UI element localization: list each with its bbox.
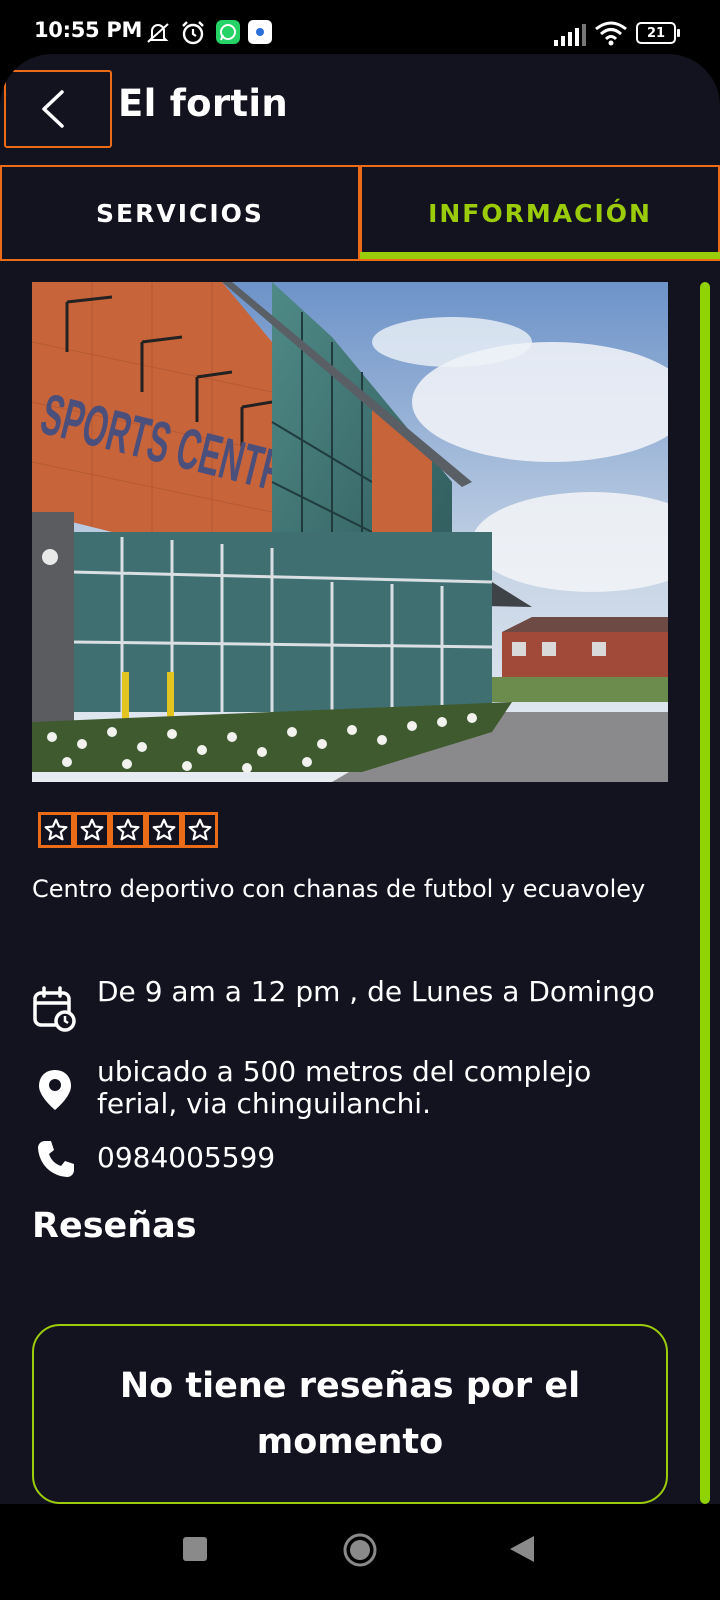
- schedule-text: De 9 am a 12 pm , de Lunes a Domingo: [97, 975, 655, 1008]
- schedule-row: De 9 am a 12 pm , de Lunes a Domingo: [32, 976, 672, 1046]
- venue-description: Centro deportivo con chanas de futbol y …: [32, 875, 646, 903]
- location-row: ubicado a 500 metros del complejo ferial…: [32, 1056, 672, 1126]
- phone-text[interactable]: 0984005599: [97, 1142, 677, 1174]
- active-tab-indicator: [360, 252, 720, 259]
- tab-servicios[interactable]: SERVICIOS: [0, 165, 360, 261]
- tab-informacion[interactable]: INFORMACIÓN: [360, 165, 720, 261]
- back-button[interactable]: [4, 70, 112, 148]
- venue-photo: SPORTS CENTRE: [32, 282, 668, 782]
- star-outline-icon: [116, 818, 140, 841]
- star-outline-icon: [80, 818, 104, 841]
- scrollbar[interactable]: [700, 282, 710, 1504]
- page-title: El fortin: [118, 82, 289, 125]
- star-outline-icon: [152, 818, 176, 841]
- tab-informacion-label: INFORMACIÓN: [428, 198, 652, 228]
- system-nav-bar: [0, 1504, 720, 1600]
- battery-icon: 21: [636, 22, 676, 44]
- rating-stars: [38, 812, 218, 848]
- phone-icon: [38, 1141, 74, 1177]
- wifi-icon: [595, 21, 627, 46]
- muted-bell-icon: [147, 23, 169, 43]
- nav-recents-icon[interactable]: [182, 1536, 208, 1562]
- star-outline-icon: [44, 818, 68, 841]
- empty-reviews-message: No tiene reseñas por el momento: [119, 1366, 581, 1462]
- star-1[interactable]: [38, 812, 74, 848]
- tab-servicios-label: SERVICIOS: [96, 198, 264, 228]
- battery-level: 21: [646, 25, 666, 41]
- status-time: 10:55 PM: [34, 18, 143, 42]
- back-arrow-icon: [42, 90, 64, 128]
- whatsapp-icon: [216, 20, 240, 44]
- location-text: ubicado a 500 metros del complejo ferial…: [97, 1055, 592, 1120]
- star-3[interactable]: [110, 812, 146, 848]
- alarm-icon: [182, 21, 204, 45]
- star-2[interactable]: [74, 812, 110, 848]
- star-5[interactable]: [182, 812, 218, 848]
- empty-reviews-card: No tiene reseñas por el momento: [32, 1324, 668, 1504]
- signal-icon: [554, 24, 586, 46]
- calendar-clock-icon: [33, 986, 76, 1032]
- nav-back-icon[interactable]: [508, 1534, 536, 1564]
- status-bar: 10:55 PM 21: [0, 0, 720, 56]
- location-pin-icon: [39, 1070, 71, 1110]
- star-outline-icon: [188, 818, 212, 841]
- app-screen: El fortin SERVICIOS INFORMACIÓN Centro d…: [0, 54, 720, 1504]
- phone-row[interactable]: 0984005599: [32, 1136, 672, 1186]
- nav-home-icon[interactable]: [342, 1532, 378, 1568]
- star-4[interactable]: [146, 812, 182, 848]
- app-notification-icon: [248, 20, 272, 44]
- reviews-title: Reseñas: [32, 1206, 197, 1246]
